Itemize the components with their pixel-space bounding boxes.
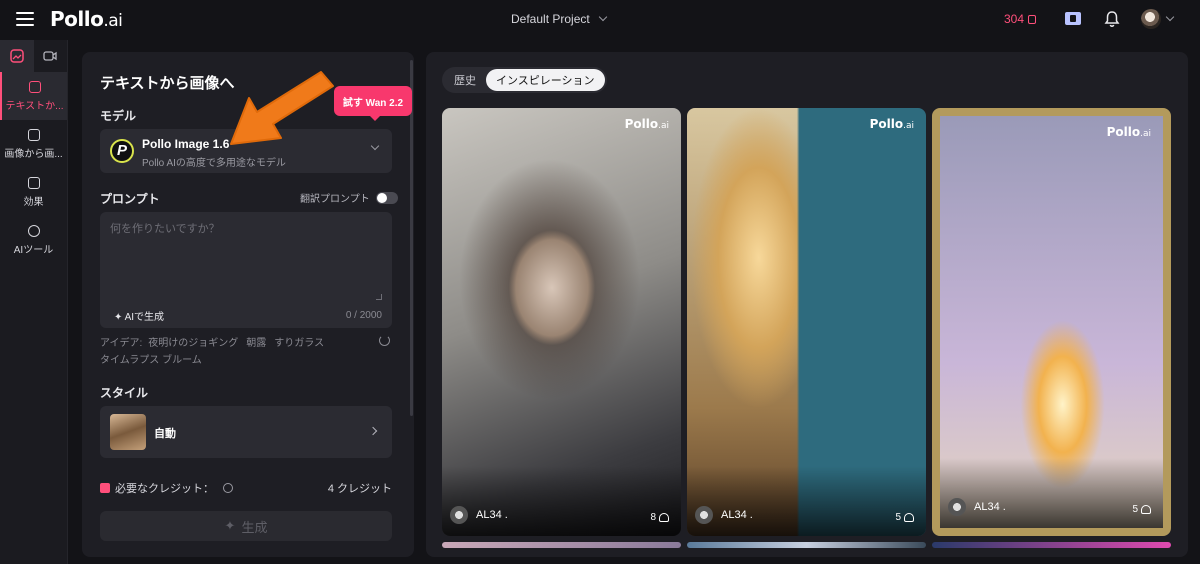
project-name: Default Project	[511, 12, 590, 26]
like-count[interactable]: 8	[650, 512, 669, 523]
like-count[interactable]: 5	[1132, 504, 1151, 515]
tab-image-mode[interactable]	[0, 40, 34, 72]
tab-inspiration[interactable]: インスピレーション	[486, 69, 605, 91]
card-author[interactable]: AL34 .	[450, 506, 508, 524]
avatar	[695, 506, 713, 524]
sparkle-icon: ✦	[114, 312, 125, 323]
text-image-icon	[28, 80, 41, 93]
avatar	[450, 506, 468, 524]
pollo-model-logo-icon	[110, 139, 134, 163]
sidebar-item-text-to-image[interactable]: テキストか...	[0, 72, 67, 120]
sparkle-icon: ✦	[224, 518, 236, 533]
credits-counter[interactable]: 304	[1004, 12, 1037, 26]
style-thumbnail	[110, 414, 146, 450]
annotation-arrow-icon	[230, 71, 334, 145]
idea-tag[interactable]: 夜明けのジョギング	[148, 338, 238, 349]
prompt-area: ✦ AIで生成 0 / 2000	[100, 212, 392, 328]
model-name: Pollo Image 1.6	[142, 137, 230, 151]
style-value: 自動	[154, 428, 176, 440]
heart-icon	[904, 513, 914, 522]
tab-history[interactable]: 歴史	[444, 69, 486, 91]
chevron-down-icon	[370, 141, 380, 151]
translate-prompt: 翻訳プロンプト	[300, 190, 398, 205]
watermark: Pollo.ai	[869, 117, 914, 131]
translate-toggle[interactable]	[375, 191, 398, 204]
sidebar-item-ai-tools[interactable]: AIツール	[0, 216, 67, 264]
model-label: モデル	[100, 109, 137, 123]
gallery-card-partial[interactable]	[687, 542, 926, 548]
image-icon	[10, 49, 24, 63]
gallery-card-partial[interactable]	[932, 542, 1171, 548]
char-counter: 0 / 2000	[345, 310, 382, 321]
menu-icon[interactable]	[16, 12, 34, 26]
logo[interactable]: Pollo.ai	[50, 7, 123, 31]
watermark: Pollo.ai	[1106, 125, 1151, 139]
model-description: Pollo AIの高度で多用途なモデル	[142, 158, 286, 169]
heart-icon	[659, 513, 669, 522]
required-credits: 必要なクレジット：	[100, 480, 233, 496]
credits-stack-icon	[100, 483, 110, 493]
user-menu[interactable]	[1141, 9, 1175, 29]
refresh-icon[interactable]	[379, 335, 390, 346]
ai-tools-icon	[27, 224, 40, 237]
required-credits-value: 4 クレジット	[327, 483, 392, 495]
sidebar: テキストか... 画像から画... 効果 AIツール	[0, 40, 68, 564]
watermark: Pollo.ai	[624, 117, 669, 131]
chevron-down-icon	[1165, 12, 1175, 22]
heart-icon	[1141, 505, 1151, 514]
style-selector[interactable]: 自動	[100, 406, 392, 458]
avatar	[948, 498, 966, 516]
top-bar: Pollo.ai Default Project 304	[0, 0, 1200, 40]
idea-tag[interactable]: 朝露	[246, 338, 266, 349]
ideas-list: アイデア: 夜明けのジョギング 朝露 すりガラス タイムラプス ブルーム	[100, 338, 325, 366]
like-count[interactable]: 5	[895, 512, 914, 523]
idea-tag[interactable]: すりガラス	[274, 338, 324, 349]
gallery-card[interactable]: Pollo.ai AL34 . 8	[442, 108, 681, 536]
gallery-card[interactable]: Pollo.ai AL34 . 5	[932, 108, 1171, 536]
sidebar-item-effects[interactable]: 効果	[0, 168, 67, 216]
ticket-icon[interactable]	[1065, 12, 1081, 25]
card-author[interactable]: AL34 .	[948, 498, 1006, 516]
coin-icon	[1028, 14, 1037, 24]
style-label: スタイル	[100, 386, 149, 400]
gallery-tabs: 歴史 インスピレーション	[442, 67, 607, 93]
chevron-down-icon	[598, 12, 607, 22]
card-author[interactable]: AL34 .	[695, 506, 753, 524]
page-title: テキストから画像へ	[100, 75, 235, 92]
bell-icon[interactable]	[1104, 10, 1120, 28]
sidebar-item-image-to-image[interactable]: 画像から画...	[0, 120, 67, 168]
prompt-input[interactable]	[110, 220, 382, 298]
try-wan-tooltip[interactable]: 試す Wan 2.2	[334, 86, 412, 121]
gallery-card-partial[interactable]	[442, 542, 681, 548]
effects-icon	[27, 176, 40, 189]
project-selector[interactable]: Default Project	[511, 12, 607, 26]
image-image-icon	[27, 128, 40, 141]
video-icon	[43, 51, 57, 61]
generate-button[interactable]: ✦ 生成	[100, 511, 392, 541]
prompt-label: プロンプト	[100, 192, 160, 206]
tab-video-mode[interactable]	[34, 40, 68, 72]
gallery-card[interactable]: Pollo.ai AL34 . 5	[687, 108, 926, 536]
info-icon[interactable]	[223, 483, 233, 493]
ai-generate-button[interactable]: ✦ AIで生成	[114, 308, 164, 323]
chevron-right-icon	[368, 426, 378, 436]
avatar	[1141, 9, 1161, 29]
idea-tag[interactable]: タイムラプス ブルーム	[100, 355, 202, 366]
gallery-panel: 歴史 インスピレーション Pollo.ai AL34 . 8 Pollo.ai …	[426, 52, 1188, 557]
resize-handle-icon[interactable]	[376, 294, 382, 300]
